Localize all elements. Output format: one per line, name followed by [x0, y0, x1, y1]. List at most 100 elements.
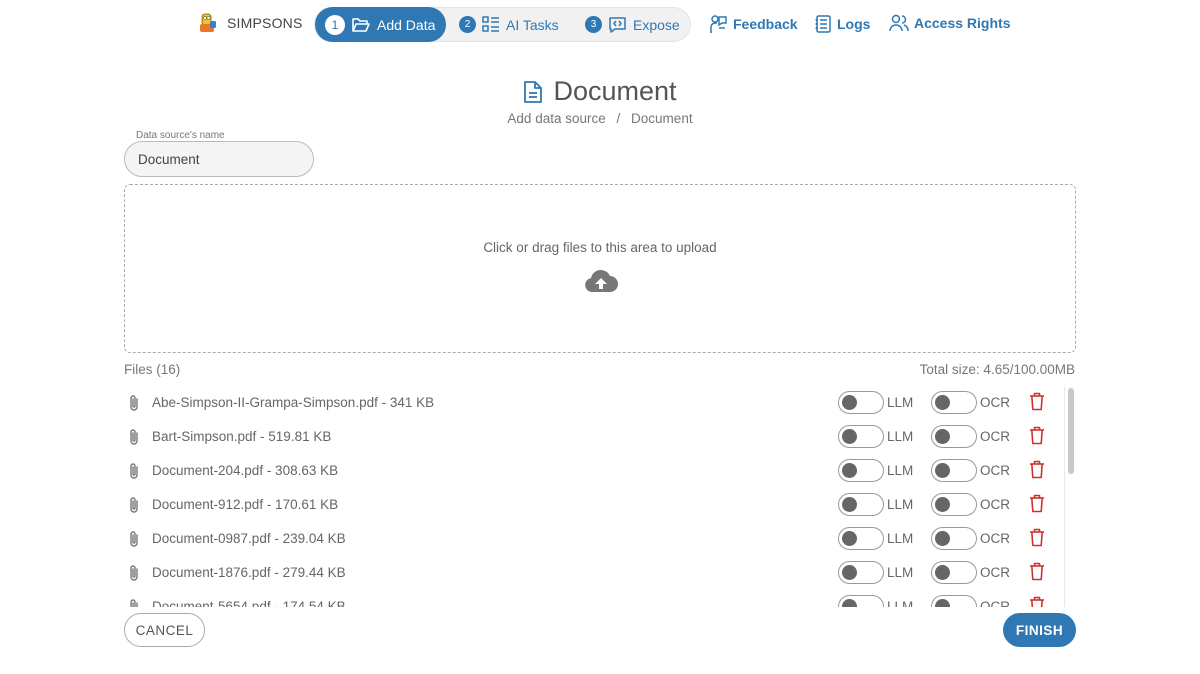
llm-toggle[interactable]: [838, 391, 884, 414]
step-number: 2: [459, 16, 476, 33]
breadcrumb-item[interactable]: Add data source: [507, 111, 605, 126]
ocr-toggle-label: OCR: [980, 599, 1010, 607]
step-expose[interactable]: 3 Expose: [575, 7, 690, 42]
toggle-knob: [935, 429, 950, 444]
total-size: Total size: 4.65/100.00MB: [919, 362, 1075, 377]
llm-toggle[interactable]: [838, 527, 884, 550]
file-name: Bart-Simpson.pdf - 519.81 KB: [152, 429, 332, 444]
file-row: Document-0987.pdf - 239.04 KB LLM OCR: [124, 521, 1064, 555]
ocr-toggle-label: OCR: [980, 429, 1010, 444]
folder-open-icon: [352, 17, 370, 32]
llm-toggle-label: LLM: [887, 531, 914, 546]
breadcrumb: Add data source / Document: [0, 111, 1200, 126]
toggle-knob: [935, 599, 950, 607]
finish-button[interactable]: FINISH: [1003, 613, 1076, 647]
ocr-toggle[interactable]: [931, 425, 977, 448]
logs-icon: [815, 15, 831, 33]
paperclip-icon: [128, 530, 140, 553]
cloud-upload-icon: [585, 269, 618, 292]
step-label: Add Data: [377, 16, 436, 33]
paperclip-icon: [128, 598, 140, 607]
breadcrumb-separator: /: [616, 111, 621, 126]
step-number: 3: [585, 16, 602, 33]
llm-toggle-label: LLM: [887, 463, 914, 478]
users-icon: [889, 14, 909, 32]
ocr-toggle[interactable]: [931, 561, 977, 584]
llm-toggle-label: LLM: [887, 395, 914, 410]
toggle-knob: [935, 497, 950, 512]
code-message-icon: [609, 16, 626, 33]
step-label: Expose: [633, 16, 680, 33]
nav-label: Access Rights: [914, 15, 1011, 31]
page-title-text: Document: [553, 76, 677, 106]
task-list-icon: [482, 15, 499, 32]
simpsons-logo-icon: [198, 12, 220, 34]
page-title: Document: [0, 76, 1200, 107]
delete-file-icon[interactable]: [1029, 392, 1045, 416]
delete-file-icon[interactable]: [1029, 460, 1045, 484]
llm-toggle[interactable]: [838, 459, 884, 482]
delete-file-icon[interactable]: [1029, 426, 1045, 450]
file-row: Abe-Simpson-II-Grampa-Simpson.pdf - 341 …: [124, 385, 1064, 419]
nav-feedback[interactable]: Feedback: [709, 14, 798, 34]
toggle-knob: [842, 497, 857, 512]
dropzone-text: Click or drag files to this area to uplo…: [483, 240, 717, 255]
brand-logo[interactable]: SIMPSONS: [198, 12, 303, 34]
ocr-toggle-label: OCR: [980, 463, 1010, 478]
cancel-button[interactable]: CANCEL: [124, 613, 205, 647]
ocr-toggle-label: OCR: [980, 497, 1010, 512]
toggle-knob: [842, 531, 857, 546]
scrollbar-thumb[interactable]: [1068, 388, 1074, 474]
upload-dropzone[interactable]: Click or drag files to this area to uplo…: [124, 184, 1076, 353]
toggle-knob: [935, 565, 950, 580]
toggle-knob: [935, 531, 950, 546]
wizard-stepper: 1 Add Data 2 AI Tasks 3 Expose: [314, 7, 691, 42]
delete-file-icon[interactable]: [1029, 596, 1045, 607]
step-label: AI Tasks: [506, 16, 559, 33]
ocr-toggle-label: OCR: [980, 395, 1010, 410]
file-name: Document-204.pdf - 308.63 KB: [152, 463, 339, 478]
llm-toggle-label: LLM: [887, 429, 914, 444]
file-row: Document-204.pdf - 308.63 KB LLM OCR: [124, 453, 1064, 487]
nav-logs[interactable]: Logs: [815, 14, 870, 34]
ocr-toggle[interactable]: [931, 595, 977, 607]
ocr-toggle[interactable]: [931, 493, 977, 516]
llm-toggle-label: LLM: [887, 599, 914, 607]
file-name: Document-5654.pdf - 174.54 KB: [152, 599, 346, 607]
toggle-knob: [842, 429, 857, 444]
delete-file-icon[interactable]: [1029, 494, 1045, 518]
step-ai-tasks[interactable]: 2 AI Tasks: [449, 7, 569, 42]
ocr-toggle[interactable]: [931, 391, 977, 414]
data-source-name-input[interactable]: [124, 141, 314, 177]
llm-toggle[interactable]: [838, 493, 884, 516]
ocr-toggle[interactable]: [931, 459, 977, 482]
file-list: Abe-Simpson-II-Grampa-Simpson.pdf - 341 …: [124, 385, 1076, 607]
file-name: Document-1876.pdf - 279.44 KB: [152, 565, 346, 580]
ocr-toggle[interactable]: [931, 527, 977, 550]
document-icon: [524, 80, 543, 103]
nav-label: Feedback: [733, 16, 798, 32]
file-name: Abe-Simpson-II-Grampa-Simpson.pdf - 341 …: [152, 395, 435, 410]
llm-toggle[interactable]: [838, 425, 884, 448]
nav-access-rights[interactable]: Access Rights: [889, 14, 1010, 32]
toggle-knob: [842, 395, 857, 410]
llm-toggle-label: LLM: [887, 565, 914, 580]
delete-file-icon[interactable]: [1029, 528, 1045, 552]
step-number: 1: [325, 14, 345, 35]
step-add-data[interactable]: 1 Add Data: [315, 7, 446, 42]
breadcrumb-item: Document: [631, 111, 693, 126]
paperclip-icon: [128, 394, 140, 417]
toggle-knob: [935, 463, 950, 478]
file-row: Document-912.pdf - 170.61 KB LLM OCR: [124, 487, 1064, 521]
llm-toggle[interactable]: [838, 595, 884, 607]
file-row: Document-5654.pdf - 174.54 KB LLM OCR: [124, 589, 1064, 607]
toggle-knob: [935, 395, 950, 410]
file-list-scrollbar[interactable]: [1064, 387, 1076, 607]
files-count: Files (16): [124, 362, 181, 377]
llm-toggle-label: LLM: [887, 497, 914, 512]
llm-toggle[interactable]: [838, 561, 884, 584]
ocr-toggle-label: OCR: [980, 565, 1010, 580]
brand-name: SIMPSONS: [227, 15, 303, 31]
nav-label: Logs: [837, 16, 871, 32]
delete-file-icon[interactable]: [1029, 562, 1045, 586]
